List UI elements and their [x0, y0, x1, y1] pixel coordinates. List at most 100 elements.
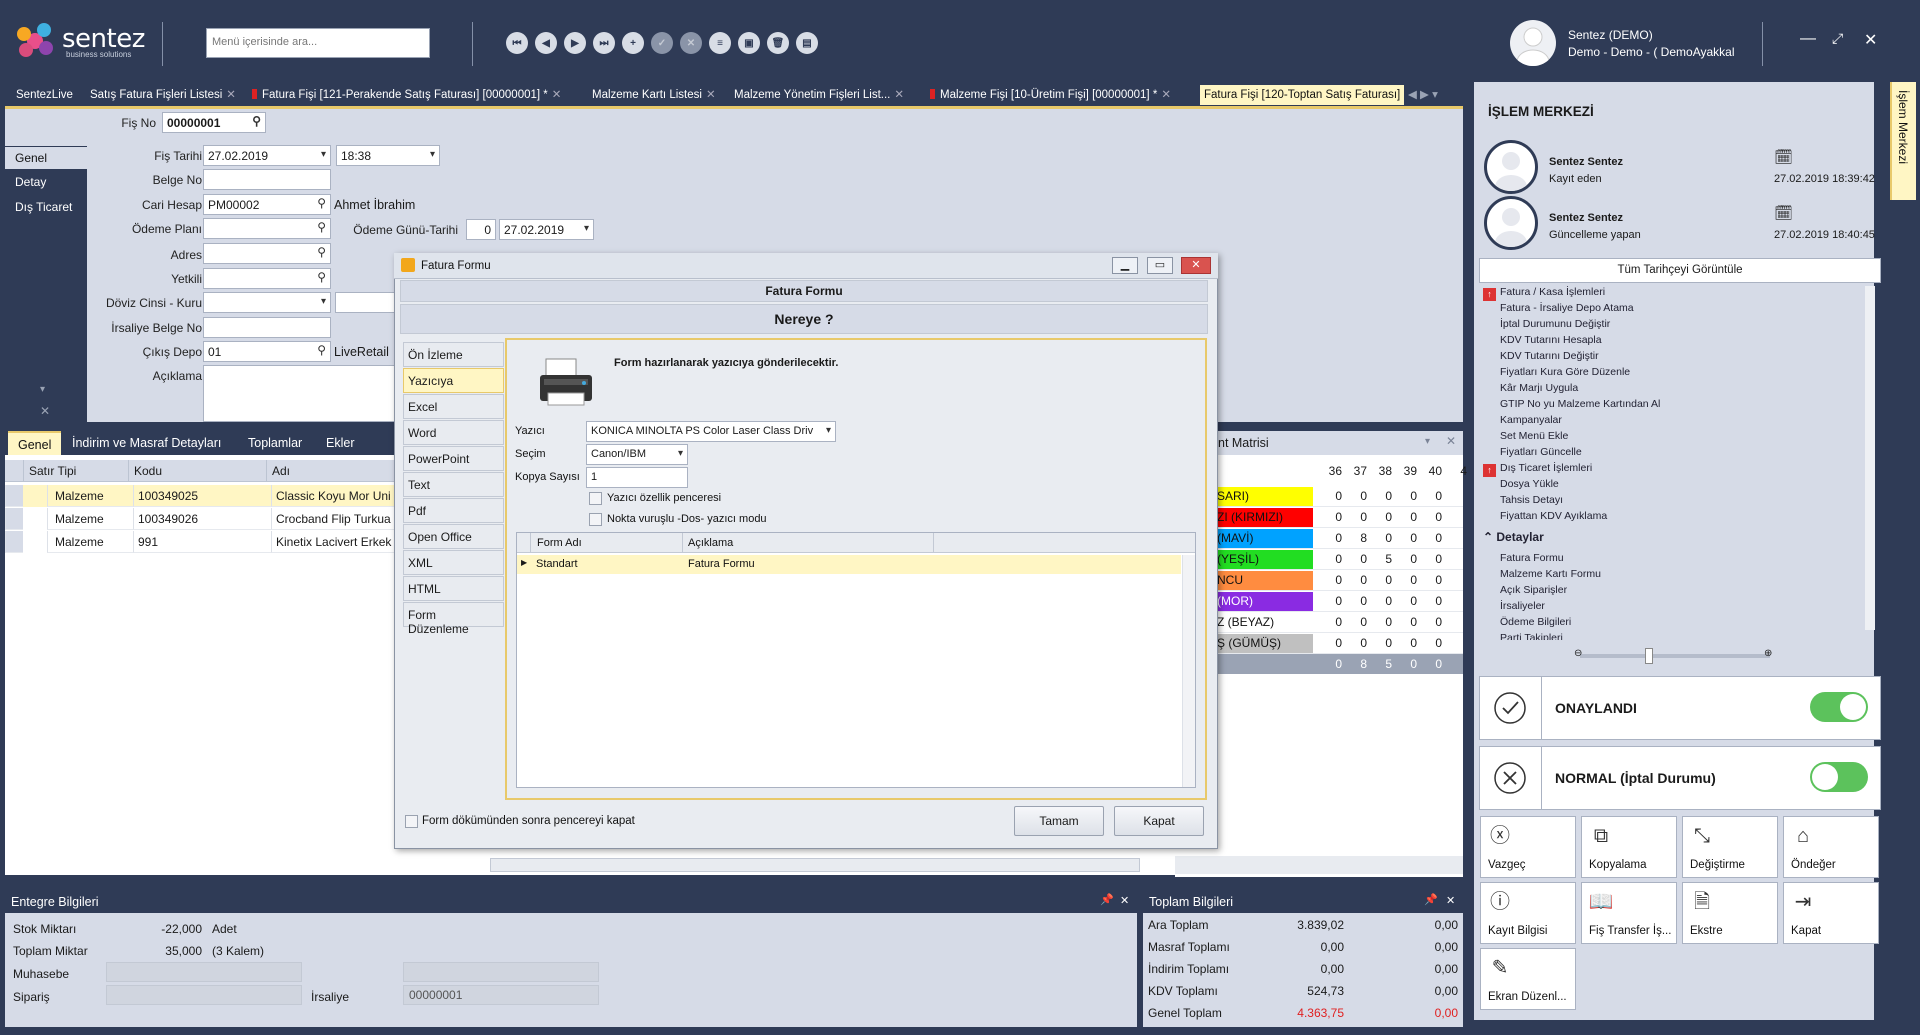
chevron-down-icon[interactable]: ▾ — [1425, 436, 1430, 447]
size-quantity-cell[interactable]: 5 — [1367, 549, 1392, 570]
aciklama-field[interactable] — [203, 365, 398, 422]
side-tab-detay[interactable]: Detay — [5, 171, 87, 193]
size-quantity-cell[interactable]: 0 — [1317, 549, 1342, 570]
odeme-plani-field[interactable] — [203, 218, 331, 239]
size-quantity-cell[interactable]: 0 — [1342, 507, 1367, 528]
tab-scroll-arrows[interactable]: ◀ ▶ ▾ — [1408, 85, 1438, 105]
tab-material-card-list[interactable]: Malzeme Kartı Listesi ✕ — [592, 85, 716, 105]
format-option[interactable]: PowerPoint — [403, 446, 504, 471]
action-item[interactable]: Fiyatları Güncelle — [1483, 444, 1582, 460]
belge-no-field[interactable] — [203, 169, 331, 190]
size-quantity-cell[interactable]: 0 — [1342, 612, 1367, 633]
size-quantity-cell[interactable]: 0 — [1367, 612, 1392, 633]
close-icon[interactable]: ✕ — [1120, 894, 1129, 907]
grid-tab-ekler[interactable]: Ekler — [326, 431, 354, 455]
maximize-icon[interactable]: ⤢ — [1832, 30, 1843, 47]
close-icon[interactable]: ✕ — [1446, 434, 1456, 448]
close-dialog-button[interactable]: Kapat — [1114, 806, 1204, 836]
menu-search-input[interactable]: Menü içerisinde ara... — [206, 28, 430, 58]
size-quantity-cell[interactable]: 0 — [1317, 486, 1342, 507]
islem-merkezi-side-tab[interactable]: İşlem Merkezi — [1890, 82, 1916, 200]
horizontal-scrollbar[interactable] — [490, 858, 1140, 872]
add-icon[interactable]: + — [622, 32, 644, 54]
action-item[interactable]: Kâr Marjı Uygula — [1483, 380, 1578, 396]
column-header[interactable]: Form Adı — [530, 533, 682, 553]
matrix-scrollbar[interactable] — [1175, 856, 1463, 874]
action-item[interactable]: GTIP No yu Malzeme Kartından Al — [1483, 396, 1660, 412]
format-option[interactable]: Word — [403, 420, 504, 445]
action-group[interactable]: ↑ Dış Ticaret İşlemleri — [1483, 460, 1592, 477]
detail-link[interactable]: Fatura Formu — [1500, 550, 1564, 566]
format-option[interactable]: Ön İzleme — [403, 342, 504, 367]
size-quantity-cell[interactable]: 0 — [1417, 507, 1442, 528]
fis-saati-field[interactable]: 18:38 — [336, 145, 440, 166]
cancel-status-toggle[interactable] — [1810, 762, 1868, 792]
matrix-row[interactable]: NCU (TURUNCU)00000 — [1215, 570, 1463, 606]
tab-sentezlive[interactable]: SentezLive — [16, 85, 73, 105]
adres-field[interactable] — [203, 243, 331, 264]
grid-tab-genel[interactable]: Genel — [8, 431, 62, 455]
cikis-depo-field[interactable]: 01 — [203, 341, 331, 362]
odeme-tarihi-field[interactable]: 27.02.2019 — [499, 219, 594, 240]
tab-retail-invoice[interactable]: Fatura Fişi [121-Perakende Satış Faturas… — [252, 85, 561, 105]
matrix-row[interactable]: Ş (GÜMÜŞ) 0 0 0 0 0 — [1215, 633, 1463, 654]
minimize-icon[interactable]: ▁ — [1112, 257, 1138, 274]
size-quantity-cell[interactable]: 0 — [1417, 591, 1442, 612]
action-item[interactable]: Tahsis Detayı — [1483, 492, 1563, 508]
user-avatar[interactable] — [1510, 20, 1556, 66]
fis-transfer-button[interactable]: 📖 Fiş Transfer İş... — [1581, 882, 1677, 944]
last-record-icon[interactable]: ⏭ — [593, 32, 615, 54]
view-history-button[interactable]: Tüm Tarihçeyi Görüntüle — [1479, 258, 1881, 283]
printer-properties-checkbox[interactable] — [589, 492, 602, 505]
size-quantity-cell[interactable]: 0 — [1367, 633, 1392, 654]
fis-no-field[interactable]: 00000001 — [162, 112, 266, 133]
size-quantity-cell[interactable]: 0 — [1317, 633, 1342, 654]
fis-tarihi-field[interactable]: 27.02.2019 — [203, 145, 331, 166]
zoom-slider-thumb[interactable] — [1645, 648, 1653, 664]
size-quantity-cell[interactable]: 0 — [1392, 570, 1417, 591]
vazgec-button[interactable]: ⓧ Vazgeç — [1480, 816, 1576, 878]
detail-link[interactable]: Malzeme Kartı Formu — [1500, 566, 1601, 582]
close-icon[interactable]: ✕ — [40, 404, 50, 418]
size-quantity-cell[interactable]: 0 — [1392, 549, 1417, 570]
zoom-in-icon[interactable]: ⊕ — [1764, 648, 1772, 659]
action-item[interactable]: İptal Durumunu Değiştir — [1483, 316, 1610, 332]
action-item[interactable]: KDV Tutarını Değiştir — [1483, 348, 1599, 364]
matrix-row[interactable]: (MAVİ) 0 8 0 0 0 — [1215, 528, 1463, 549]
yetkili-field[interactable] — [203, 268, 331, 289]
action-item[interactable]: Set Menü Ekle — [1483, 428, 1568, 444]
vertical-scrollbar[interactable] — [1182, 555, 1195, 787]
chevron-down-icon[interactable]: ▾ — [40, 384, 45, 395]
kayit-bilgisi-button[interactable]: ⓘ Kayıt Bilgisi — [1480, 882, 1576, 944]
size-quantity-cell[interactable]: 0 — [1367, 570, 1392, 591]
size-quantity-cell[interactable]: 0 — [1367, 528, 1392, 549]
matrix-row[interactable]: (YEŞİL) 0 0 5 0 0 — [1215, 549, 1463, 570]
ondeger-button[interactable]: ⌂ Öndeğer — [1783, 816, 1879, 878]
size-quantity-cell[interactable]: 0 — [1392, 612, 1417, 633]
size-quantity-cell[interactable]: 0 — [1417, 570, 1442, 591]
cancel-icon[interactable]: ✕ — [680, 32, 702, 54]
action-item[interactable]: Fiyatları Kura Göre Düzenle — [1483, 364, 1630, 380]
size-quantity-cell[interactable]: 0 — [1317, 507, 1342, 528]
format-option[interactable]: Text — [403, 472, 504, 497]
action-item[interactable]: KDV Tutarını Hesapla — [1483, 332, 1602, 348]
yazici-select[interactable]: KONICA MINOLTA PS Color Laser Class Driv — [586, 421, 836, 442]
cari-hesap-field[interactable]: PM00002 — [203, 194, 331, 215]
action-item[interactable]: Dosya Yükle — [1483, 476, 1559, 492]
format-option[interactable]: Yazıcıya — [403, 368, 504, 393]
print-icon[interactable]: ▣ — [738, 32, 760, 54]
format-option[interactable]: HTML — [403, 576, 504, 601]
grid-tab-indirim[interactable]: İndirim ve Masraf Detayları — [72, 431, 221, 455]
size-quantity-cell[interactable]: 0 — [1417, 612, 1442, 633]
doviz-field[interactable] — [203, 292, 331, 313]
size-quantity-cell[interactable]: 0 — [1317, 528, 1342, 549]
tab-wholesale-invoice[interactable]: Fatura Fişi [120-Toptan Satış Faturası] — [1200, 85, 1405, 105]
kopya-field[interactable]: 1 — [586, 467, 688, 488]
size-quantity-cell[interactable]: 0 — [1317, 570, 1342, 591]
matrix-row[interactable]: (MOR) 0 0 0 0 0 — [1215, 591, 1463, 612]
size-quantity-cell[interactable]: 0 — [1317, 591, 1342, 612]
format-option[interactable]: Open Office — [403, 524, 504, 549]
column-header[interactable]: Satır Tipi — [23, 460, 128, 482]
size-quantity-cell[interactable]: 0 — [1367, 486, 1392, 507]
action-group[interactable]: ↑ Fatura / Kasa İşlemleri — [1483, 284, 1605, 301]
